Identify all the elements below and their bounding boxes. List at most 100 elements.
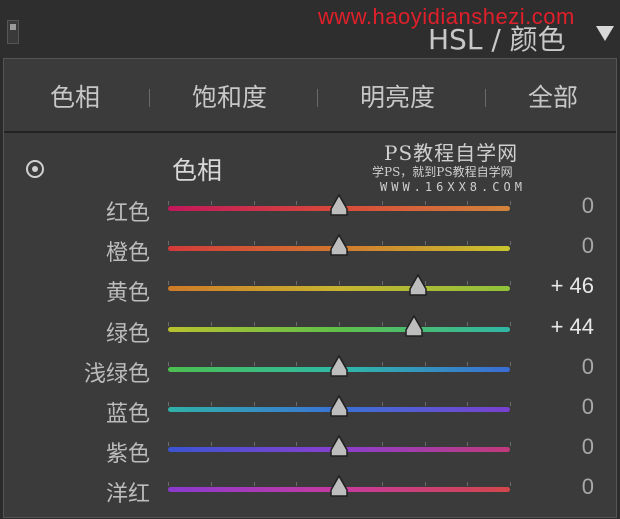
slider-value-aqua[interactable]: 0 — [582, 354, 594, 380]
slider-tick — [467, 482, 469, 487]
target-adjustment-icon[interactable] — [26, 160, 44, 178]
slider-row-red: 红色 0 — [4, 191, 616, 231]
slider-thumb-orange[interactable] — [330, 234, 348, 256]
slider-tick — [210, 201, 212, 205]
slider-tick — [296, 241, 298, 246]
slider-tick — [467, 402, 469, 406]
slider-tick — [253, 201, 255, 205]
slider-tick — [210, 442, 212, 447]
panel-title[interactable]: HSL / 颜色 — [428, 18, 566, 58]
slider-tick — [210, 482, 212, 487]
tab-saturation[interactable]: 饱和度 — [192, 78, 267, 114]
slider-tick — [467, 442, 469, 447]
slider-value-green[interactable]: + 44 — [551, 314, 594, 340]
slider-thumb-purple[interactable] — [330, 435, 348, 457]
slider-row-aqua: 浅绿色 0 — [4, 352, 616, 392]
slider-tick — [467, 241, 469, 246]
slider-tick — [168, 402, 169, 406]
slider-tick — [510, 482, 511, 487]
slider-tick — [510, 201, 511, 205]
slider-tick — [339, 281, 340, 286]
slider-tick — [424, 442, 426, 447]
slider-tick — [381, 321, 383, 326]
watermark-text: 学PS，就到PS教程自学网 — [372, 165, 513, 179]
hsl-content: 色相 PS教程自学网 学PS，就到PS教程自学网 WWW.16XX8.COM 红… — [4, 133, 616, 519]
slider-track-yellow[interactable] — [168, 274, 511, 297]
watermark-text: PS教程自学网 — [384, 141, 519, 165]
tab-separator — [149, 89, 150, 107]
slider-value-orange[interactable]: 0 — [582, 233, 594, 259]
slider-tick — [424, 361, 426, 366]
slider-label-green: 绿色 — [105, 321, 150, 347]
slider-tick — [424, 241, 426, 246]
slider-tick — [296, 281, 298, 286]
tab-luminance[interactable]: 明亮度 — [360, 78, 435, 114]
tab-separator — [317, 89, 318, 107]
slider-tick — [253, 402, 255, 406]
slider-value-blue[interactable]: 0 — [582, 394, 594, 420]
slider-row-yellow: 黄色 + 46 — [4, 271, 616, 311]
slider-tick — [168, 281, 169, 286]
slider-thumb-green[interactable] — [405, 314, 423, 337]
slider-tick — [424, 482, 426, 487]
tab-separator — [485, 89, 486, 107]
slider-tick — [168, 361, 169, 366]
slider-thumb-red[interactable] — [330, 194, 348, 216]
slider-track-orange[interactable] — [168, 234, 511, 256]
slider-track-red[interactable] — [168, 194, 511, 216]
slider-thumb-blue[interactable] — [330, 395, 348, 417]
slider-track-blue[interactable] — [168, 395, 511, 417]
slider-tick — [253, 281, 255, 286]
panel-collapse-toggle[interactable] — [7, 20, 19, 44]
slider-tick — [168, 442, 169, 447]
slider-tick — [296, 361, 298, 366]
slider-row-blue: 蓝色 0 — [4, 392, 616, 432]
slider-tick — [168, 482, 169, 487]
slider-value-purple[interactable]: 0 — [582, 434, 594, 460]
tab-all[interactable]: 全部 — [528, 78, 578, 114]
slider-tick — [467, 201, 469, 205]
slider-tick — [296, 402, 298, 406]
slider-label-red: 红色 — [105, 201, 150, 226]
slider-value-magenta[interactable]: 0 — [582, 474, 594, 500]
hsl-panel-body: 色相 饱和度 明亮度 全部 色相 PS教程自学网 学PS，就到PS教程自学网 W… — [3, 58, 617, 518]
slider-tick — [381, 442, 383, 447]
slider-thumb-magenta[interactable] — [330, 475, 348, 498]
slider-tick — [253, 241, 255, 246]
slider-thumb-yellow[interactable] — [408, 274, 427, 297]
tab-hue[interactable]: 色相 — [50, 78, 100, 114]
slider-thumb-aqua[interactable] — [330, 354, 348, 377]
slider-value-red[interactable]: 0 — [582, 193, 594, 219]
slider-tick — [296, 321, 298, 326]
slider-tick — [381, 241, 383, 246]
slider-track-magenta[interactable] — [168, 475, 511, 498]
panel-expand-triangle-icon[interactable] — [596, 26, 614, 41]
slider-tick — [381, 361, 383, 366]
slider-tick — [296, 442, 298, 447]
slider-tick — [467, 361, 469, 366]
slider-tick — [424, 201, 426, 205]
slider-track-aqua[interactable] — [168, 354, 511, 377]
slider-tick — [210, 281, 212, 286]
slider-label-yellow: 黄色 — [105, 281, 150, 307]
slider-tick — [381, 281, 383, 286]
slider-tick — [253, 442, 255, 447]
slider-tick — [467, 281, 469, 286]
section-title: 色相 — [172, 156, 223, 185]
slider-label-orange: 橙色 — [105, 241, 150, 267]
slider-tick — [168, 241, 169, 246]
slider-track-green[interactable] — [168, 314, 511, 337]
slider-tick — [210, 402, 212, 406]
slider-track-purple[interactable] — [168, 435, 511, 457]
slider-tick — [339, 321, 340, 326]
slider-row-orange: 橙色 0 — [4, 231, 616, 271]
slider-tick — [510, 402, 511, 406]
slider-tick — [510, 442, 511, 447]
slider-label-blue: 蓝色 — [105, 402, 150, 427]
slider-tick — [210, 321, 212, 326]
slider-tick — [510, 361, 511, 366]
slider-tick — [424, 402, 426, 406]
slider-value-yellow[interactable]: + 46 — [551, 273, 594, 299]
slider-tick — [296, 482, 298, 487]
slider-tick — [424, 321, 426, 326]
